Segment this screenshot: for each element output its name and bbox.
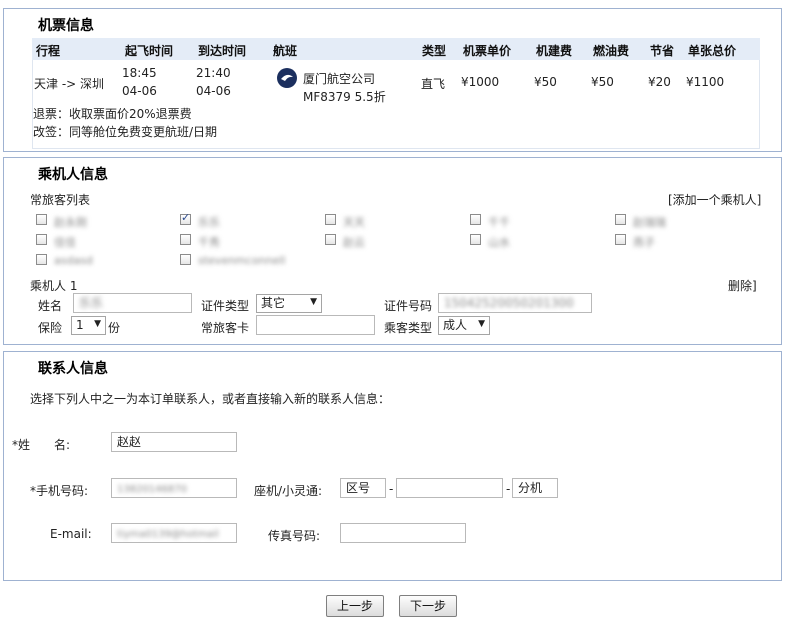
- id-number-label: 证件号码: [384, 299, 433, 313]
- frequent-name: 千秀: [198, 236, 220, 249]
- ff-card-input[interactable]: [256, 315, 375, 335]
- pax-type-label: 乘客类型: [384, 321, 433, 335]
- route: 天津 -> 深圳: [34, 77, 105, 91]
- fax-label: 传真号码:: [268, 529, 321, 543]
- ticket-price: ¥1000: [461, 75, 500, 89]
- id-type-select[interactable]: 其它 ▼: [256, 294, 322, 313]
- delete-passenger-link[interactable]: 删除]: [728, 277, 757, 294]
- frequent-checkbox[interactable]: [180, 234, 191, 245]
- contact-instruction: 选择下列人中之一为本订单联系人，或者直接输入新的联系人信息：: [30, 392, 391, 406]
- insurance-select[interactable]: 1 ▼: [71, 316, 106, 335]
- frequent-name: 赵瑞瑞: [633, 216, 666, 229]
- name-label: 姓名: [38, 299, 63, 313]
- airline-logo-icon: [277, 68, 297, 88]
- col-arrive: 到达时间: [198, 44, 247, 58]
- frequent-checkbox[interactable]: [180, 211, 191, 225]
- saving: ¥20: [648, 75, 671, 89]
- chevron-down-icon: ▼: [310, 297, 317, 307]
- frequent-checkbox[interactable]: [325, 234, 336, 245]
- ext-dash: -: [506, 482, 511, 496]
- ff-card-label: 常旅客卡: [201, 321, 250, 335]
- col-total: 单张总价: [688, 44, 737, 58]
- add-passenger-link[interactable]: [添加一个乘机人]: [668, 191, 761, 208]
- email-label: E-mail:: [50, 527, 92, 541]
- contact-info-panel: 联系人信息 选择下列人中之一为本订单联系人，或者直接输入新的联系人信息： *姓 …: [3, 351, 782, 581]
- frequent-checkbox[interactable]: [470, 234, 481, 245]
- pax-type-select[interactable]: 成人 ▼: [438, 316, 490, 335]
- flight-info-title: 机票信息: [38, 18, 94, 34]
- airline-name: 厦门航空公司: [303, 72, 376, 86]
- passenger-item-label: 乘机人 1: [30, 279, 78, 293]
- arrive-time: 21:40: [196, 66, 231, 80]
- flight-info-panel: 机票信息 行程 起飞时间 到达时间 航班 类型 机票单价 机建费 燃油费 节省 …: [3, 8, 782, 152]
- mobile-label: *手机号码:: [30, 484, 89, 498]
- fuel-fee: ¥50: [591, 75, 614, 89]
- extension-input[interactable]: 分机号: [512, 478, 558, 498]
- frequent-checkbox[interactable]: [615, 214, 626, 225]
- col-fuel-fee: 燃油费: [593, 44, 630, 58]
- contact-info-title: 联系人信息: [38, 361, 108, 377]
- frequent-name: 千千: [488, 216, 510, 229]
- frequent-checkbox[interactable]: [36, 214, 47, 225]
- flight-type: 直飞: [421, 77, 446, 91]
- airport-fee: ¥50: [534, 75, 557, 89]
- col-saving: 节省: [650, 44, 675, 58]
- depart-date: 04-06: [122, 84, 157, 98]
- frequent-name: 佳佳: [54, 236, 76, 249]
- frequent-name: 山水: [488, 236, 510, 249]
- frequent-checkbox[interactable]: [180, 254, 191, 265]
- frequent-name: 燕子: [633, 236, 655, 249]
- id-type-label: 证件类型: [201, 299, 250, 313]
- col-type: 类型: [422, 44, 447, 58]
- col-depart: 起飞时间: [125, 44, 174, 58]
- col-airport-fee: 机建费: [536, 44, 573, 58]
- frequent-checkbox[interactable]: [36, 254, 47, 265]
- area-code-input[interactable]: 区号: [340, 478, 386, 498]
- fax-input[interactable]: [340, 523, 466, 543]
- contact-name-label: *姓 名:: [12, 438, 71, 452]
- change-rule: 改签：同等舱位免费变更航班/日期: [33, 125, 218, 139]
- frequent-checkbox[interactable]: [36, 234, 47, 245]
- next-step-button[interactable]: 下一步: [399, 595, 457, 617]
- passenger-info-title: 乘机人信息: [38, 167, 108, 183]
- phone-dash: -: [389, 482, 394, 496]
- frequent-list-label: 常旅客列表: [30, 193, 91, 207]
- contact-name-input[interactable]: 赵赵: [111, 432, 237, 452]
- frequent-name: 赵云: [343, 236, 365, 249]
- frequent-checkbox[interactable]: [470, 214, 481, 225]
- frequent-name: 赵永刚: [54, 216, 87, 229]
- frequent-name: 乐乐: [198, 216, 220, 229]
- frequent-name: asdasd: [54, 254, 93, 267]
- chevron-down-icon: ▼: [478, 319, 485, 329]
- flight-table-header: 行程 起飞时间 到达时间 航班 类型 机票单价 机建费 燃油费 节省 单张总价: [32, 38, 760, 60]
- frequent-name: stevenmconnell: [198, 254, 286, 267]
- arrive-date: 04-06: [196, 84, 231, 98]
- frequent-checkbox[interactable]: [325, 214, 336, 225]
- insurance-label: 保险: [38, 321, 63, 335]
- col-price: 机票单价: [463, 44, 512, 58]
- prev-step-button[interactable]: 上一步: [326, 595, 384, 617]
- refund-rule: 退票：收取票面价20%退票费: [33, 107, 192, 121]
- flight-number: MF8379 5.5折: [303, 90, 386, 104]
- landline-input[interactable]: [396, 478, 503, 498]
- landline-label: 座机/小灵通:: [254, 484, 323, 498]
- passenger-info-panel: 乘机人信息 常旅客列表 [添加一个乘机人] 赵永刚 乐乐 天天 千千 赵瑞瑞 佳…: [3, 157, 782, 345]
- total-price: ¥1100: [686, 75, 725, 89]
- depart-time: 18:45: [122, 66, 157, 80]
- col-route: 行程: [36, 44, 61, 58]
- mobile-input[interactable]: 13820146870: [111, 478, 237, 498]
- frequent-checkbox[interactable]: [615, 234, 626, 245]
- email-input[interactable]: tiyma0139@hotmail: [111, 523, 237, 543]
- chevron-down-icon: ▼: [94, 319, 101, 329]
- insurance-unit: 份: [108, 321, 121, 335]
- passenger-name-input[interactable]: 乐乐: [73, 293, 192, 313]
- frequent-name: 天天: [343, 216, 365, 229]
- id-number-input[interactable]: 15042520050201300: [438, 293, 592, 313]
- col-flight: 航班: [273, 44, 298, 58]
